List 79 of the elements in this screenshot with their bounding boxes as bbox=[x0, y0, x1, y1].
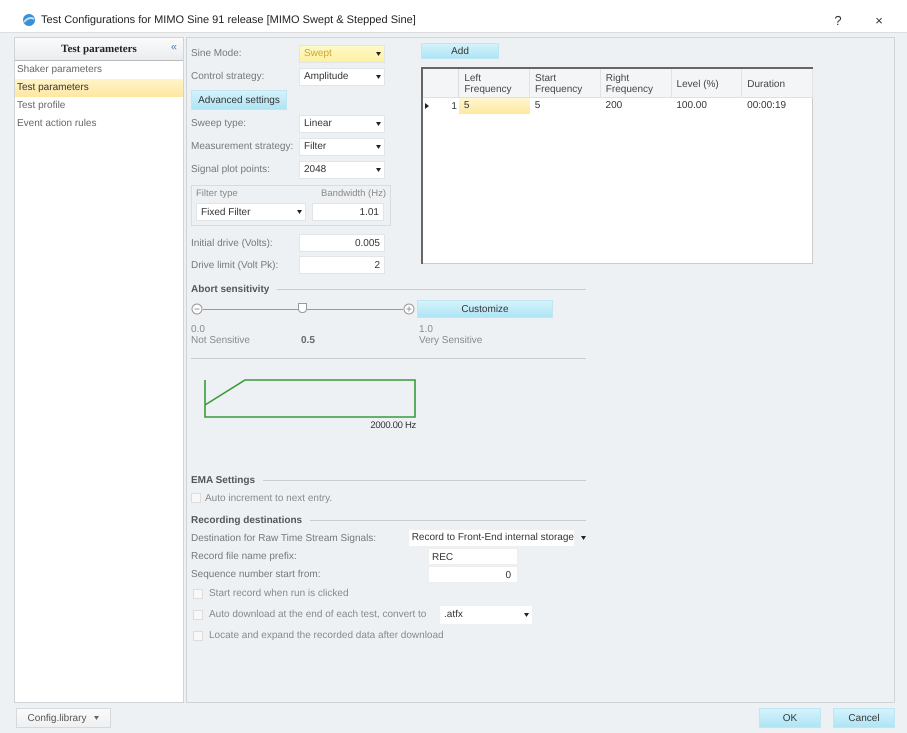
table-cell-text: 200 bbox=[604, 99, 624, 113]
column-header[interactable]: Level (%) bbox=[672, 69, 742, 97]
checkbox-label: Auto download at the end of each test, convert to bbox=[209, 609, 428, 620]
advanced-settings-button[interactable]: Advanced settings bbox=[191, 90, 287, 110]
axis-label: 2000.00 Hz bbox=[370, 420, 416, 431]
input-field[interactable]: 0.005 bbox=[299, 234, 385, 252]
dropdown-field[interactable]: Linear bbox=[299, 114, 385, 132]
scale-value: 1.0 bbox=[419, 324, 434, 335]
field-label: Initial drive (Volts): bbox=[191, 238, 274, 248]
checkbox-label: Auto increment to next entry. bbox=[205, 492, 332, 504]
sidebar-item[interactable]: Test parameters bbox=[15, 79, 183, 97]
config-library-button[interactable]: Config.library bbox=[16, 708, 111, 728]
caret-icon bbox=[376, 168, 381, 172]
sidebar-item[interactable]: Shaker parameters bbox=[15, 61, 183, 79]
input-field[interactable]: 0 bbox=[428, 566, 518, 582]
dropdown-field[interactable]: Amplitude bbox=[299, 68, 385, 86]
group-label: Filter type bbox=[196, 188, 238, 199]
caret-icon bbox=[297, 210, 302, 214]
field-label: Sweep type: bbox=[191, 118, 248, 129]
minus-icon[interactable] bbox=[191, 303, 203, 315]
window-title: Test Configurations for MIMO Sine 91 release [MIMO Swept & Stepped Sine] bbox=[41, 14, 416, 26]
section-title: EMA Settings bbox=[191, 474, 256, 486]
add-button[interactable]: Add bbox=[421, 43, 499, 59]
scale-value: 0.5 bbox=[301, 335, 315, 346]
checkbox-label: Locate and expand the recorded data after download bbox=[209, 630, 444, 641]
collapse-button[interactable]: « bbox=[170, 41, 177, 53]
column-header[interactable]: Right Frequency bbox=[600, 69, 672, 97]
checkbox-label: Start record when run is clicked bbox=[209, 588, 349, 599]
checkbox[interactable] bbox=[193, 588, 203, 598]
table-cell-text: 5 bbox=[534, 99, 542, 113]
plus-icon[interactable] bbox=[403, 303, 415, 315]
input-field[interactable]: REC bbox=[428, 548, 518, 564]
caret-icon bbox=[94, 716, 100, 720]
field-label: Drive limit (Volt Pk): bbox=[191, 260, 280, 270]
field-label: Sequence number start from: bbox=[191, 568, 322, 580]
column-header[interactable]: Start Frequency bbox=[530, 69, 601, 97]
dropdown-field[interactable]: Filter bbox=[299, 138, 385, 156]
field-label: Record file name prefix: bbox=[191, 550, 298, 562]
caret-icon bbox=[524, 612, 529, 616]
cancel-button[interactable]: Cancel bbox=[833, 708, 895, 728]
table-cell-text: 100.00 bbox=[675, 99, 708, 113]
table-cell-text: 00:00:19 bbox=[746, 99, 788, 113]
customize-button[interactable]: Customize bbox=[417, 300, 553, 318]
section-title: Recording destinations bbox=[191, 514, 302, 526]
table-cell: 5 bbox=[458, 98, 530, 114]
caret-icon bbox=[376, 144, 381, 148]
field-label: Measurement strategy: bbox=[191, 141, 294, 152]
dropdown-field[interactable]: .atfx bbox=[440, 606, 532, 624]
column-header[interactable]: Left Frequency bbox=[459, 69, 530, 97]
field-label: Sine Mode: bbox=[191, 48, 243, 59]
caret-icon bbox=[581, 536, 586, 540]
checkbox[interactable] bbox=[191, 493, 201, 503]
row-number: 1 bbox=[451, 100, 457, 112]
caret-icon bbox=[376, 74, 381, 78]
slider-thumb[interactable] bbox=[298, 302, 307, 312]
sidebar-item[interactable]: Event action rules bbox=[15, 115, 183, 133]
sidebar-title: Test parameters bbox=[61, 43, 137, 55]
dropdown-field[interactable]: Fixed Filter bbox=[196, 203, 306, 221]
scale-caption: Very Sensitive bbox=[419, 335, 484, 346]
input-field[interactable]: 1.01 bbox=[312, 203, 384, 221]
field-label: Destination for Raw Time Stream Signals: bbox=[191, 532, 378, 544]
scale-value: 0.0 bbox=[191, 324, 206, 335]
ok-button[interactable]: OK bbox=[759, 708, 821, 728]
checkbox[interactable] bbox=[193, 610, 203, 620]
checkbox[interactable] bbox=[193, 630, 203, 640]
help-button[interactable]: ? bbox=[820, 12, 856, 28]
scale-caption: Not Sensitive bbox=[191, 335, 251, 346]
input-field[interactable]: 2 bbox=[299, 256, 385, 274]
section-title: Abort sensitivity bbox=[191, 284, 270, 294]
caret-icon bbox=[376, 122, 381, 126]
dropdown-field[interactable]: 2048 bbox=[299, 160, 385, 178]
app-icon bbox=[22, 13, 36, 27]
column-header[interactable]: Duration bbox=[742, 69, 813, 97]
sidebar-item[interactable]: Test profile bbox=[15, 97, 183, 115]
caret-icon bbox=[376, 52, 381, 56]
field-label: Signal plot points: bbox=[191, 164, 271, 175]
close-button[interactable]: × bbox=[861, 12, 897, 28]
group-label: Bandwidth (Hz) bbox=[321, 188, 386, 199]
field-label: Control strategy: bbox=[191, 71, 266, 82]
